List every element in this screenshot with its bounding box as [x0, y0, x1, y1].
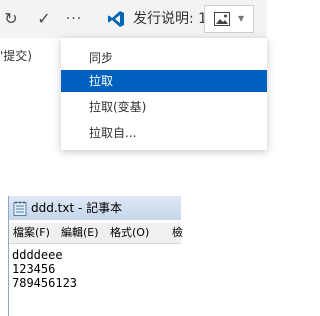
git-context-menu: 同步 拉取 拉取(变基) 拉取自... [61, 38, 267, 150]
image-icon [214, 12, 230, 26]
text-line: ddddeee [12, 248, 63, 262]
menu-view[interactable]: 檢 [172, 226, 183, 240]
menu-file[interactable]: 檔案(F) [13, 226, 50, 240]
menu-edit[interactable]: 編輯(E) [61, 226, 99, 240]
more-icon[interactable]: ··· [64, 9, 84, 29]
notepad-titlebar[interactable]: ddd.txt - 記事本 [9, 196, 181, 220]
menu-item-pull-from[interactable]: 拉取自... [61, 122, 267, 144]
notepad-text-area[interactable]: ddddeee 123456 789456123 [12, 248, 77, 290]
menu-item-sync[interactable]: 同步 [61, 47, 267, 69]
refresh-icon[interactable]: ↻ [1, 9, 21, 29]
vscode-area: ↻ ✓ ··· 发行说明: 1.4 ▼ '提交) 同步 拉取 拉取(变基) 拉取… [0, 0, 267, 150]
vscode-logo-icon [108, 11, 124, 27]
text-line: 123456 [12, 262, 56, 276]
image-dropdown-button[interactable]: ▼ [204, 5, 254, 33]
notepad-menubar: 檔案(F) 編輯(E) 格式(O) 檢 [9, 223, 183, 244]
notepad-window: ddd.txt - 記事本 檔案(F) 編輯(E) 格式(O) 檢 ddddee… [8, 196, 183, 316]
notepad-icon [13, 201, 27, 216]
check-icon[interactable]: ✓ [34, 9, 54, 29]
menu-item-pull-rebase[interactable]: 拉取(变基) [61, 96, 267, 118]
text-line: 789456123 [12, 276, 78, 290]
toolbar: ↻ ✓ ··· 发行说明: 1.4 ▼ [0, 0, 267, 38]
release-notes-tab[interactable]: 发行说明: 1.4 [133, 10, 209, 28]
side-partial-text: '提交) [0, 49, 32, 63]
menu-format[interactable]: 格式(O) [110, 226, 149, 240]
menu-item-pull[interactable]: 拉取 [61, 70, 267, 92]
notepad-title: ddd.txt - 記事本 [31, 201, 123, 215]
chevron-down-icon: ▼ [238, 14, 245, 23]
